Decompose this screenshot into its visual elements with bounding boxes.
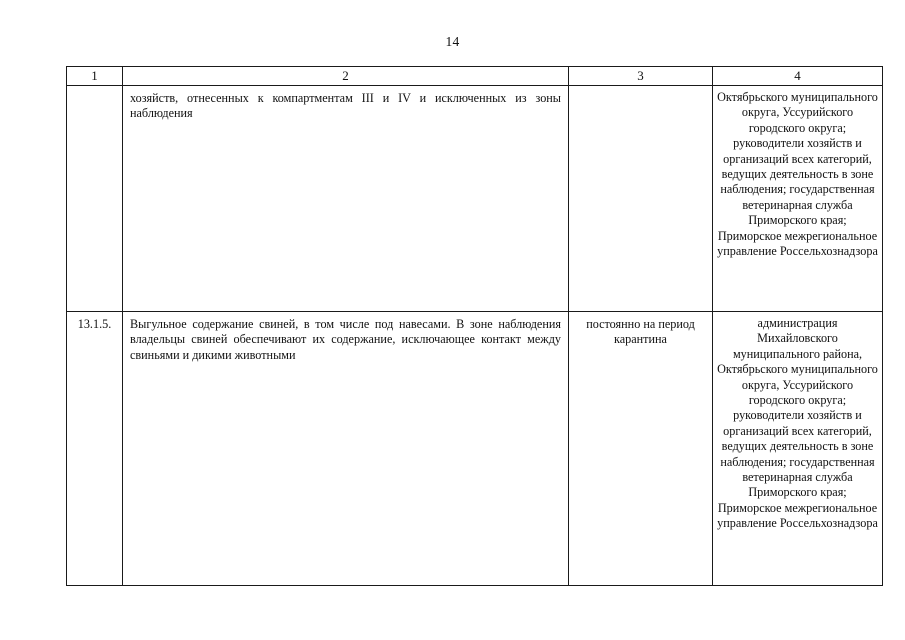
table-row: 13.1.5. Выгульное содержание свиней, в т… [66,311,883,586]
measure-description-cell: Выгульное содержание свиней, в том числе… [122,311,569,586]
column-header-3: 3 [568,66,713,86]
responsible-party-cell: Октябрьского муниципального округа, Уссу… [712,85,883,312]
column-header-4: 4 [712,66,883,86]
responsible-party-cell: администрация Михайловского муниципально… [712,311,883,586]
deadline-cell: постоянно на период карантина [568,311,713,586]
measure-description-cell: хозяйств, отнесенных к компартментам III… [122,85,569,312]
document-page: 14 1 2 3 4 хозяйств, отнесенных к компар… [0,0,905,640]
table-row: хозяйств, отнесенных к компартментам III… [66,85,883,312]
column-header-1: 1 [66,66,123,86]
page-number: 14 [445,34,460,49]
requirements-table: 1 2 3 4 хозяйств, отнесенных к компартме… [66,66,883,586]
table-header-row: 1 2 3 4 [66,66,883,86]
row-number-cell [66,85,123,312]
deadline-cell [568,85,713,312]
column-header-2: 2 [122,66,569,86]
row-number-cell: 13.1.5. [66,311,123,586]
